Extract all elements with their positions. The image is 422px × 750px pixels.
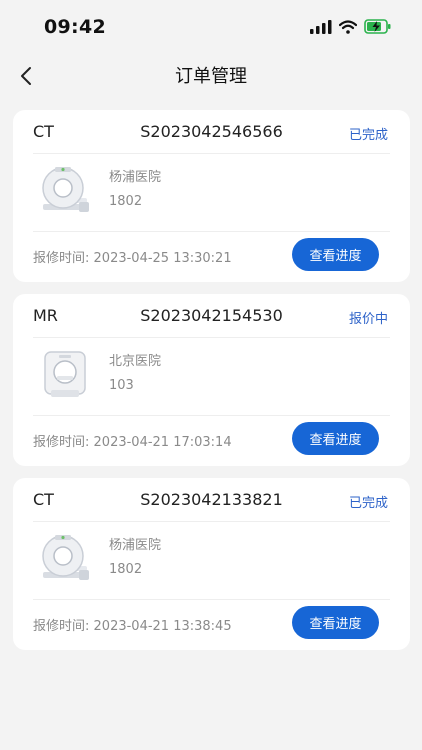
order-card[interactable]: MR S2023042154530 报价中 北京医院 103 报修时间: 202… (13, 294, 410, 466)
divider (33, 599, 390, 600)
hospital-name: 北京医院 (109, 354, 162, 369)
report-time-value: 2023-04-25 13:30:21 (93, 251, 232, 266)
status-time: 09:42 (44, 16, 106, 38)
status-badge: 已完成 (348, 128, 388, 143)
status-badge: 报价中 (348, 312, 388, 327)
view-progress-button[interactable]: 查看进度 (292, 422, 379, 455)
room-number: 1802 (109, 562, 143, 577)
ct-scanner-icon (42, 167, 89, 212)
status-badge: 已完成 (348, 496, 388, 511)
divider (33, 415, 390, 416)
report-time: 报修时间: 2023-04-25 13:30:21 (33, 247, 232, 266)
view-progress-button[interactable]: 查看进度 (292, 238, 379, 271)
report-time-value: 2023-04-21 17:03:14 (93, 435, 232, 450)
order-card-header: CT S2023042133821 已完成 (13, 478, 410, 520)
mri-scanner-icon (44, 351, 86, 397)
status-icons (310, 19, 392, 34)
page-title: 订单管理 (175, 66, 247, 87)
status-bar: 09:42 (0, 0, 422, 56)
order-card[interactable]: CT S2023042133821 已完成 杨浦医院 1802 报修时间: 20… (13, 478, 410, 650)
ct-scanner-icon (42, 535, 89, 580)
divider (33, 231, 390, 232)
hospital-name: 杨浦医院 (109, 170, 162, 185)
divider (33, 337, 390, 338)
report-time-label: 报修时间: (33, 435, 90, 450)
view-progress-button[interactable]: 查看进度 (292, 606, 379, 639)
signal-icon (310, 19, 332, 34)
order-card-header: MR S2023042154530 报价中 (13, 294, 410, 336)
room-number: 103 (109, 378, 134, 393)
order-list: CT S2023042546566 已完成 杨浦医院 1802 报修时间: 20… (13, 110, 410, 662)
report-time: 报修时间: 2023-04-21 17:03:14 (33, 431, 232, 450)
nav-bar: 订单管理 (0, 56, 422, 96)
order-card-header: CT S2023042546566 已完成 (13, 110, 410, 152)
divider (33, 521, 390, 522)
room-number: 1802 (109, 194, 143, 209)
order-card[interactable]: CT S2023042546566 已完成 杨浦医院 1802 报修时间: 20… (13, 110, 410, 282)
report-time-label: 报修时间: (33, 619, 90, 634)
wifi-icon (339, 19, 357, 34)
hospital-name: 杨浦医院 (109, 538, 162, 553)
report-time: 报修时间: 2023-04-21 13:38:45 (33, 615, 232, 634)
report-time-label: 报修时间: (33, 251, 90, 266)
battery-charging-icon (364, 19, 391, 34)
divider (33, 153, 390, 154)
report-time-value: 2023-04-21 13:38:45 (93, 619, 232, 634)
